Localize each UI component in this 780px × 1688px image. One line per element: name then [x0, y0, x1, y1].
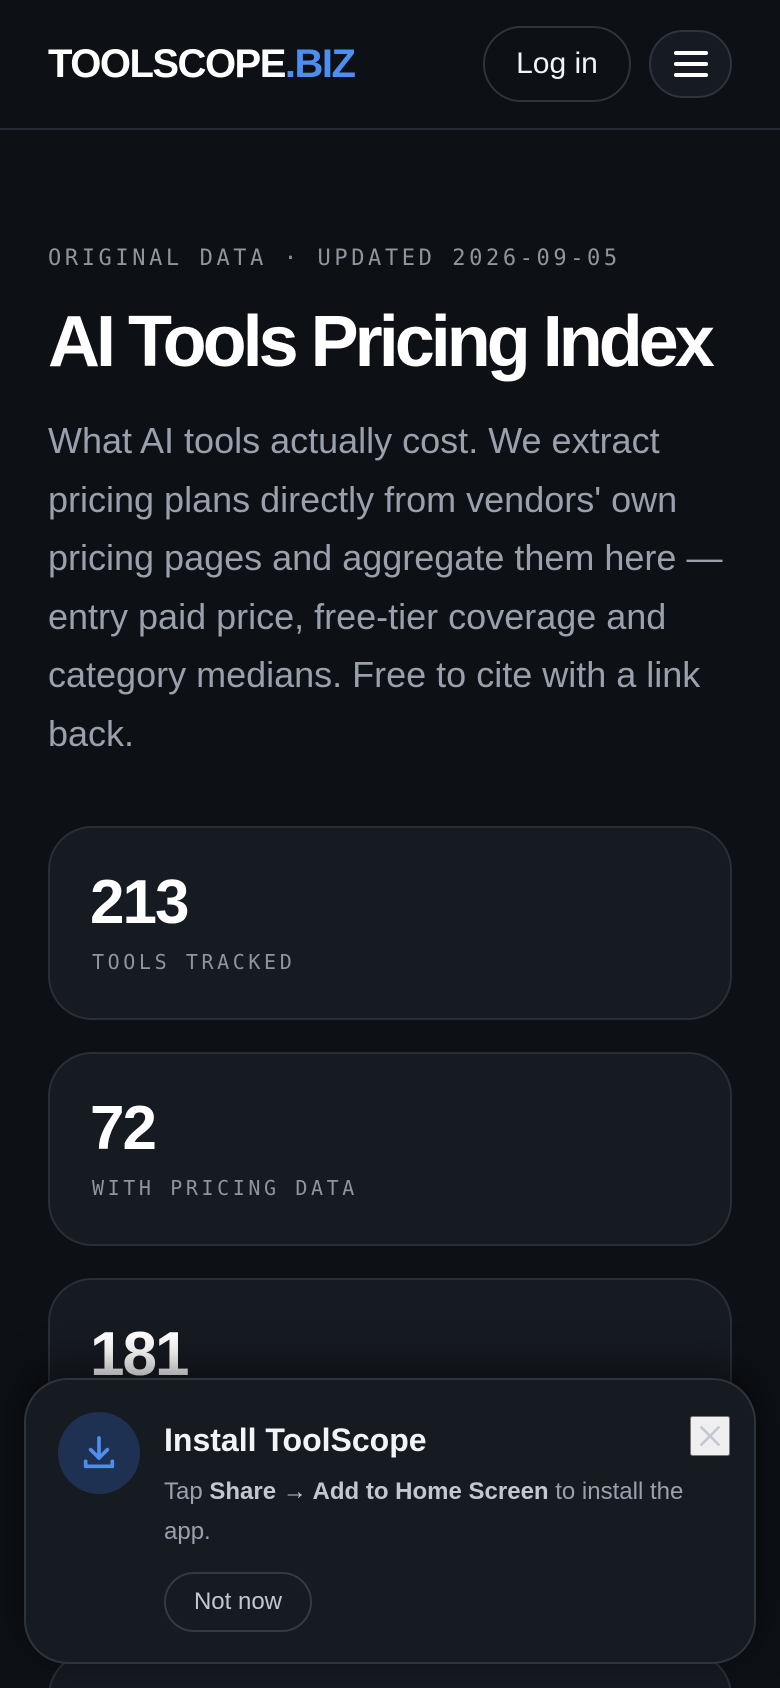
page-description: What AI tools actually cost. We extract …	[48, 420, 723, 754]
close-icon	[700, 1426, 720, 1446]
install-banner: Install ToolScope Tap Share → Add to Hom…	[24, 1378, 756, 1664]
hamburger-menu-icon	[673, 51, 708, 77]
install-instructions: Tap Share → Add to Home Screen to instal…	[164, 1478, 684, 1545]
logo-main: TOOLSCOPE	[48, 42, 286, 86]
install-title: Install ToolScope	[164, 1422, 427, 1458]
share-label: Share	[209, 1478, 277, 1505]
stat-label: WITH PRICING DATA	[92, 1176, 358, 1200]
login-button[interactable]: Log in	[483, 26, 631, 102]
page-title: AI Tools Pricing Index	[48, 302, 715, 382]
eyebrow-text: ORIGINAL DATA · UPDATED 2026-09-05	[48, 246, 621, 271]
not-now-button[interactable]: Not now	[164, 1572, 312, 1632]
stat-card-with-pricing-data: 72 WITH PRICING DATA	[48, 1052, 732, 1246]
page: TOOLSCOPE.BIZ Log in ORIGINAL DATA · UPD…	[0, 0, 780, 1688]
stat-value: 213	[90, 868, 189, 937]
logo-accent: .BIZ	[284, 42, 356, 86]
menu-button[interactable]	[649, 30, 732, 98]
stat-card-tools-tracked: 213 TOOLS TRACKED	[48, 826, 732, 1020]
site-logo[interactable]: TOOLSCOPE.BIZ	[48, 40, 356, 88]
stat-value: 72	[90, 1094, 157, 1163]
close-install-button[interactable]	[690, 1416, 730, 1456]
download-icon	[58, 1412, 140, 1494]
arrow-text: →	[276, 1478, 313, 1505]
stat-label: TOOLS TRACKED	[92, 950, 296, 974]
add-to-home-label: Add to Home Screen	[312, 1478, 549, 1505]
site-header: TOOLSCOPE.BIZ Log in	[0, 0, 780, 130]
